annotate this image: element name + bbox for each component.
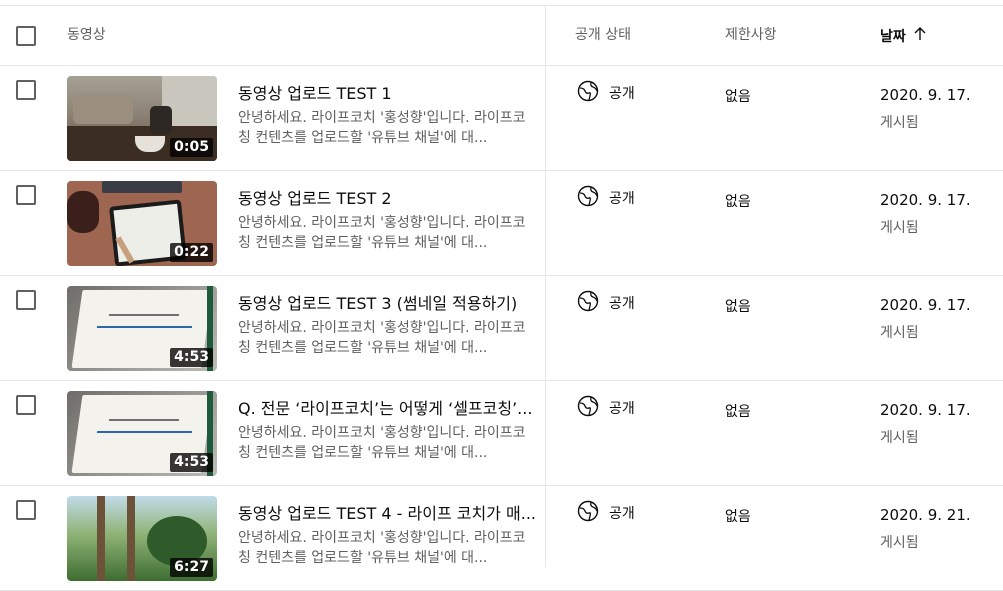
arrow-up-icon <box>912 26 928 47</box>
video-thumbnail[interactable]: 4:53 <box>67 391 217 476</box>
video-duration: 6:27 <box>170 558 213 577</box>
date-value: 2020. 9. 17. <box>880 401 971 419</box>
publish-status: 게시됨 <box>880 535 919 551</box>
column-header-date[interactable]: 날짜 <box>880 26 928 47</box>
date-value: 2020. 9. 17. <box>880 191 971 209</box>
column-header-restrictions: 제한사항 <box>725 27 777 43</box>
row-checkbox[interactable] <box>16 500 36 520</box>
row-checkbox[interactable] <box>16 395 36 415</box>
column-header-visibility: 공개 상태 <box>575 27 631 43</box>
video-description: 안녕하세요. 라이프코치 '홍성향'입니다. 라이프코칭 컨텐츠를 업로드할 '… <box>238 530 526 566</box>
restriction-value: 없음 <box>725 194 751 210</box>
row-checkbox[interactable] <box>16 80 36 100</box>
publish-status: 게시됨 <box>880 430 919 446</box>
video-duration: 0:22 <box>170 243 213 262</box>
video-duration: 0:05 <box>170 138 213 157</box>
table-row: 0:05 동영상 업로드 TEST 1 안녕하세요. 라이프코치 '홍성향'입니… <box>0 66 1003 171</box>
visibility-dropdown[interactable]: 공개 <box>577 395 635 421</box>
video-title[interactable]: 동영상 업로드 TEST 4 - 라이프 코치가 매... <box>238 504 538 524</box>
date-value: 2020. 9. 17. <box>880 86 971 104</box>
video-description: 안녕하세요. 라이프코치 '홍성향'입니다. 라이프코칭 컨텐츠를 업로드할 '… <box>238 425 526 461</box>
row-checkbox[interactable] <box>16 185 36 205</box>
video-description: 안녕하세요. 라이프코치 '홍성향'입니다. 라이프코칭 컨텐츠를 업로드할 '… <box>238 320 526 356</box>
globe-icon <box>577 185 599 211</box>
publish-status: 게시됨 <box>880 325 919 341</box>
visibility-label: 공개 <box>609 401 635 417</box>
table-row: 4:53 Q. 전문 ‘라이프코치’는 어떻게 ‘셀프코칭’... 안녕하세요.… <box>0 381 1003 486</box>
visibility-label: 공개 <box>609 296 635 312</box>
video-thumbnail[interactable]: 0:05 <box>67 76 217 161</box>
date-value: 2020. 9. 21. <box>880 506 971 524</box>
video-description: 안녕하세요. 라이프코치 '홍성향'입니다. 라이프코칭 컨텐츠를 업로드할 '… <box>238 215 526 251</box>
visibility-label: 공개 <box>609 506 635 522</box>
globe-icon <box>577 290 599 316</box>
table-row: 6:27 동영상 업로드 TEST 4 - 라이프 코치가 매... 안녕하세요… <box>0 486 1003 591</box>
column-header-video: 동영상 <box>67 27 106 43</box>
restriction-value: 없음 <box>725 509 751 525</box>
column-divider <box>545 5 546 567</box>
visibility-label: 공개 <box>609 86 635 102</box>
visibility-dropdown[interactable]: 공개 <box>577 185 635 211</box>
table-header: 동영상 공개 상태 제한사항 날짜 <box>0 6 1003 66</box>
video-thumbnail[interactable]: 0:22 <box>67 181 217 266</box>
video-thumbnail[interactable]: 4:53 <box>67 286 217 371</box>
date-value: 2020. 9. 17. <box>880 296 971 314</box>
table-row: 4:53 동영상 업로드 TEST 3 (썸네일 적용하기) 안녕하세요. 라이… <box>0 276 1003 381</box>
visibility-dropdown[interactable]: 공개 <box>577 80 635 106</box>
video-duration: 4:53 <box>170 348 213 367</box>
restriction-value: 없음 <box>725 299 751 315</box>
select-all-checkbox[interactable] <box>16 26 36 46</box>
video-description: 안녕하세요. 라이프코치 '홍성향'입니다. 라이프코칭 컨텐츠를 업로드할 '… <box>238 110 526 146</box>
video-title[interactable]: Q. 전문 ‘라이프코치’는 어떻게 ‘셀프코칭’... <box>238 399 538 419</box>
restriction-value: 없음 <box>725 404 751 420</box>
visibility-dropdown[interactable]: 공개 <box>577 500 635 526</box>
publish-status: 게시됨 <box>880 220 919 236</box>
globe-icon <box>577 80 599 106</box>
visibility-label: 공개 <box>609 191 635 207</box>
video-thumbnail[interactable]: 6:27 <box>67 496 217 581</box>
video-title[interactable]: 동영상 업로드 TEST 3 (썸네일 적용하기) <box>238 294 538 314</box>
column-header-date-label: 날짜 <box>880 28 906 45</box>
video-duration: 4:53 <box>170 453 213 472</box>
publish-status: 게시됨 <box>880 115 919 131</box>
video-title[interactable]: 동영상 업로드 TEST 1 <box>238 84 538 104</box>
row-checkbox[interactable] <box>16 290 36 310</box>
visibility-dropdown[interactable]: 공개 <box>577 290 635 316</box>
globe-icon <box>577 500 599 526</box>
table-row: 0:22 동영상 업로드 TEST 2 안녕하세요. 라이프코치 '홍성향'입니… <box>0 171 1003 276</box>
restriction-value: 없음 <box>725 89 751 105</box>
video-title[interactable]: 동영상 업로드 TEST 2 <box>238 189 538 209</box>
globe-icon <box>577 395 599 421</box>
